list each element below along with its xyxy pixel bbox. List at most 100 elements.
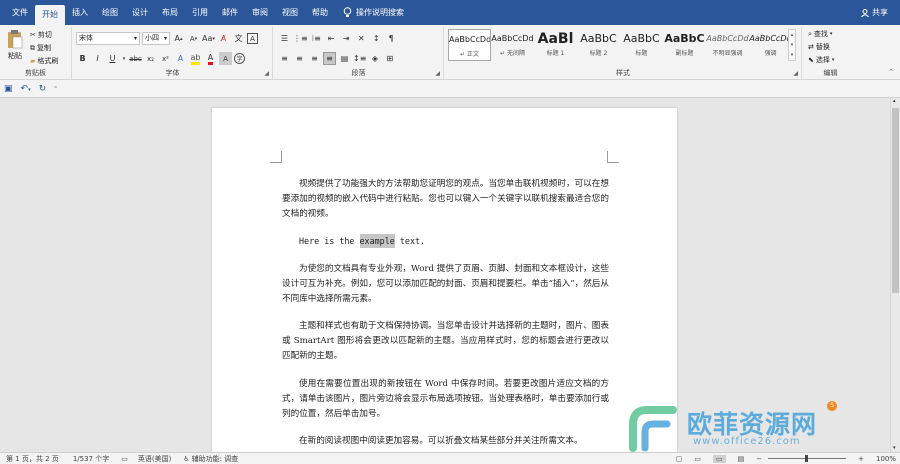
style-heading-2[interactable]: AaBbC 标题 2 — [577, 29, 620, 61]
grow-font-icon[interactable]: A ▴ — [172, 32, 185, 45]
zoom-out-icon[interactable]: − — [756, 455, 762, 463]
paste-button[interactable]: 粘贴 — [5, 29, 25, 61]
style-title[interactable]: AaBbC 标题 — [620, 29, 663, 61]
tab-insert[interactable]: 插入 — [65, 0, 95, 25]
align-center-icon[interactable]: ≡ — [293, 52, 306, 65]
shading-icon[interactable]: ◈ — [368, 52, 381, 65]
styles-scroll[interactable]: ▴ ▾ ▾ — [788, 29, 796, 61]
copy-button[interactable]: ⧉ 复制 — [30, 43, 51, 53]
dialog-launcher-icon[interactable]: ◢ — [264, 70, 269, 77]
tab-references[interactable]: 引用 — [185, 0, 215, 25]
italic-icon[interactable]: I — [91, 52, 104, 65]
font-color-icon[interactable]: A — [204, 52, 217, 65]
find-button[interactable]: ⌕ 查找 ▾ — [808, 29, 832, 39]
tab-design[interactable]: 设计 — [125, 0, 155, 25]
line-spacing-icon[interactable]: ↕≡ — [353, 52, 366, 65]
tab-mailings[interactable]: 邮件 — [215, 0, 245, 25]
borders-icon[interactable]: ⊞ — [383, 52, 396, 65]
character-border-icon[interactable]: A — [247, 33, 258, 44]
numbering-icon[interactable]: ⋮≡ — [293, 32, 308, 45]
tab-draw[interactable]: 绘图 — [95, 0, 125, 25]
enclose-characters-icon[interactable]: 字 — [234, 53, 245, 64]
zoom-slider-thumb[interactable] — [805, 455, 809, 462]
bullets-icon[interactable]: ☰ — [278, 32, 291, 45]
find-label: 查找 — [813, 30, 828, 38]
font-size-select[interactable]: 小四 ▾ — [142, 32, 170, 45]
shrink-font-icon[interactable]: A ▾ — [187, 32, 200, 45]
change-case-button[interactable]: Aa ▾ — [202, 32, 215, 45]
scroll-up-icon[interactable]: ▴ — [893, 98, 896, 104]
tab-home[interactable]: 开始 — [35, 5, 65, 25]
word-count[interactable]: 1/537 个字 — [73, 454, 109, 464]
zoom-level[interactable]: 100% — [876, 455, 896, 463]
align-right-icon[interactable]: ≡ — [308, 52, 321, 65]
save-icon[interactable]: ▣ — [4, 84, 13, 94]
font-name-select[interactable]: 宋体 ▾ — [76, 32, 140, 45]
tab-file[interactable]: 文件 — [5, 0, 35, 25]
cut-button[interactable]: ✂ 剪切 — [30, 30, 52, 40]
scroll-down-icon[interactable]: ▾ — [893, 445, 896, 451]
format-painter-label: 格式刷 — [37, 57, 59, 65]
redo-icon[interactable]: ↻ — [39, 84, 47, 94]
accessibility-status[interactable]: 辅助功能: 调查 — [192, 454, 239, 464]
bold-icon[interactable]: B — [76, 52, 89, 65]
superscript-icon[interactable]: x² — [159, 52, 172, 65]
vertical-scrollbar[interactable]: ▴ ▾ — [890, 98, 900, 452]
style-no-spacing[interactable]: AaBbCcDd ↵ 无间隔 — [491, 29, 534, 61]
customize-toolbar-icon[interactable]: ⁼ — [54, 85, 57, 92]
notification-badge-icon[interactable]: S — [827, 401, 837, 411]
decrease-indent-icon[interactable]: ⇤ — [325, 32, 338, 45]
select-button[interactable]: ⬉ 选择 ▾ — [808, 55, 834, 65]
multilevel-list-icon[interactable]: ⁝≡ — [310, 32, 323, 45]
chinese-layout-icon[interactable]: ✕ — [355, 32, 368, 45]
replace-button[interactable]: ⇄ 替换 — [808, 42, 830, 52]
web-layout-icon[interactable]: ▤ — [738, 455, 745, 463]
character-shading-icon[interactable]: A — [219, 52, 232, 65]
highlight-icon[interactable]: ab — [189, 52, 202, 65]
subscript-icon[interactable]: x₂ — [144, 52, 157, 65]
increase-indent-icon[interactable]: ⇥ — [340, 32, 353, 45]
share-button[interactable]: 共享 — [861, 7, 888, 18]
tab-help[interactable]: 帮助 — [305, 0, 335, 25]
undo-icon[interactable]: ↶▾ — [21, 84, 31, 94]
tab-view[interactable]: 视图 — [275, 0, 305, 25]
style-normal[interactable]: AaBbCcDd ↵ 正文 — [448, 29, 491, 61]
style-subtitle[interactable]: AaBbC 副标题 — [663, 29, 706, 61]
selected-text: example — [359, 234, 395, 248]
underline-icon[interactable]: U — [106, 52, 119, 65]
read-mode-icon[interactable]: ▭ — [694, 455, 701, 463]
proofing-icon[interactable]: ▭ — [121, 455, 128, 463]
tab-review[interactable]: 审阅 — [245, 0, 275, 25]
dialog-launcher-icon[interactable]: ◢ — [435, 70, 440, 77]
style-emphasis[interactable]: AaBbCcDd 强调 — [749, 29, 792, 61]
print-layout-icon[interactable]: ▭ — [712, 454, 726, 463]
chevron-down-icon: ▾ — [831, 57, 835, 63]
paragraph-4: 主题和样式也有助于文档保持协调。当您单击设计并选择新的主题时，图片、图表或 Sm… — [282, 321, 609, 361]
show-marks-icon[interactable]: ¶ — [385, 32, 398, 45]
collapse-ribbon-icon[interactable]: ⌃ — [888, 68, 894, 76]
format-painter-button[interactable]: ▰ 格式刷 — [30, 56, 58, 66]
style-subtle-emphasis[interactable]: AaBbCcDd 不明显强调 — [706, 29, 749, 61]
page-count[interactable]: 第 1 页，共 2 页 — [6, 454, 59, 464]
tab-layout[interactable]: 布局 — [155, 0, 185, 25]
zoom-in-icon[interactable]: + — [858, 455, 864, 463]
sort-icon[interactable]: ↕ — [370, 32, 383, 45]
tell-me-search[interactable]: 操作说明搜索 — [343, 7, 404, 18]
chevron-down-icon[interactable]: ▾ — [121, 52, 127, 65]
focus-mode-icon[interactable]: ▢ — [676, 455, 683, 463]
style-name: 强调 — [764, 50, 777, 57]
dialog-launcher-icon[interactable]: ◢ — [793, 70, 798, 77]
clear-formatting-icon[interactable]: A̸ — [217, 32, 230, 45]
distributed-icon[interactable]: ▤ — [338, 52, 351, 65]
chevron-down-icon: ▾ — [829, 31, 833, 37]
document-page[interactable]: 视频提供了功能强大的方法帮助您证明您的观点。当您单击联机视频时，可以在想要添加的… — [212, 108, 677, 458]
phonetic-guide-icon[interactable]: 文 — [232, 32, 245, 45]
align-left-icon[interactable]: ≡ — [278, 52, 291, 65]
strikethrough-icon[interactable]: abc — [129, 52, 142, 65]
text-effects-icon[interactable]: A — [174, 52, 187, 65]
language[interactable]: 英语(美国) — [138, 454, 171, 464]
style-heading-1[interactable]: AaBl 标题 1 — [534, 29, 577, 61]
zoom-slider[interactable] — [768, 455, 847, 462]
scroll-thumb[interactable] — [892, 108, 899, 293]
justify-icon[interactable]: ≡ — [323, 52, 336, 65]
